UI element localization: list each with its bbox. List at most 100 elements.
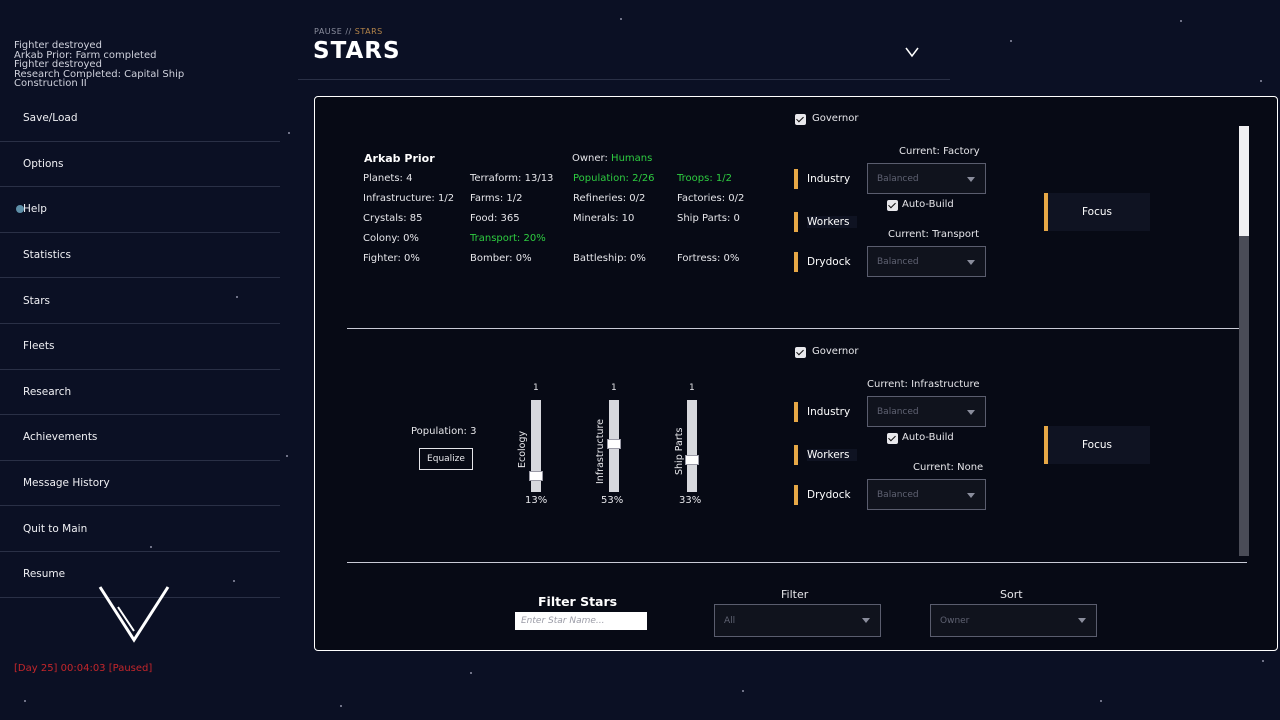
chevron-down-icon[interactable] — [903, 44, 921, 60]
log-entry: Research Completed: Capital Ship Constru… — [14, 68, 185, 89]
sidebar-menu: Save/Load Options Help Statistics Stars … — [0, 96, 280, 598]
slider-max-label: 1 — [533, 383, 539, 393]
game-logo-icon — [98, 586, 170, 643]
auto-build-checkbox[interactable] — [887, 433, 898, 444]
drydock-label: Drydock — [807, 256, 851, 268]
sidebar-item-save-load[interactable]: Save/Load — [0, 96, 280, 142]
drydock-tag[interactable]: Drydock — [794, 252, 851, 272]
ecology-label: Ecology — [517, 430, 528, 468]
section-divider — [347, 562, 1247, 563]
sidebar-item-label: Statistics — [23, 249, 71, 262]
stat-infrastructure: Infrastructure: 1/2 — [363, 193, 455, 204]
focus-label: Focus — [1082, 206, 1112, 218]
sidebar-item-label: Research — [23, 385, 72, 398]
dropdown-arrow-icon — [967, 493, 975, 498]
filter-dropdown[interactable]: All — [714, 604, 881, 637]
stat-transport: Transport: 20% — [470, 233, 546, 244]
dropdown-value: Balanced — [877, 489, 919, 500]
stat-bomber: Bomber: 0% — [470, 253, 532, 264]
accent-bar — [794, 252, 798, 272]
auto-build-label: Auto-Build — [902, 199, 954, 210]
dropdown-value: All — [724, 615, 736, 626]
stat-food: Food: 365 — [470, 213, 520, 224]
stat-troops: Troops: 1/2 — [677, 173, 732, 184]
workers-label: Workers — [807, 449, 858, 461]
accent-bar — [794, 169, 798, 189]
industry-dropdown[interactable]: Balanced — [867, 396, 986, 427]
sidebar-item-options[interactable]: Options — [0, 142, 280, 188]
owner-label: Owner: — [572, 153, 608, 164]
breadcrumb-current: STARS — [351, 27, 383, 36]
stat-terraform: Terraform: 13/13 — [470, 173, 554, 184]
drydock-dropdown[interactable]: Balanced — [867, 479, 986, 510]
governor-checkbox[interactable] — [795, 347, 806, 358]
dropdown-arrow-icon — [967, 260, 975, 265]
drydock-tag[interactable]: Drydock — [794, 485, 851, 505]
slider-max-label: 1 — [689, 383, 695, 393]
stars-panel: Arkab Prior Owner: Humans Planets: 4 Ter… — [314, 96, 1278, 651]
page-title: STARS — [313, 38, 401, 64]
current-production-label: Current: Infrastructure — [867, 379, 980, 390]
industry-tag[interactable]: Industry — [794, 402, 850, 422]
stat-battleship: Battleship: 0% — [573, 253, 646, 264]
sidebar-item-statistics[interactable]: Statistics — [0, 233, 280, 279]
sidebar-item-label: Achievements — [23, 431, 98, 444]
stat-minerals: Minerals: 10 — [573, 213, 635, 224]
accent-bar — [794, 212, 798, 232]
ship-parts-slider-handle[interactable] — [685, 454, 699, 465]
auto-build-checkbox[interactable] — [887, 200, 898, 211]
dropdown-value: Owner — [940, 615, 970, 626]
notification-log: Fighter destroyed Arkab Prior: Farm comp… — [14, 41, 234, 89]
stat-fighter: Fighter: 0% — [363, 253, 420, 264]
accent-bar — [794, 485, 798, 505]
ship-parts-percent: 33% — [679, 495, 702, 506]
dropdown-arrow-icon — [967, 177, 975, 182]
stat-farms: Farms: 1/2 — [470, 193, 523, 204]
industry-dropdown[interactable]: Balanced — [867, 163, 986, 194]
header-divider — [298, 79, 950, 80]
focus-label: Focus — [1082, 439, 1112, 451]
sidebar-item-stars[interactable]: Stars — [0, 278, 280, 324]
sidebar-item-research[interactable]: Research — [0, 370, 280, 416]
sort-dropdown[interactable]: Owner — [930, 604, 1097, 637]
industry-label: Industry — [807, 173, 851, 185]
sidebar-item-help[interactable]: Help — [0, 187, 280, 233]
sidebar-item-achievements[interactable]: Achievements — [0, 415, 280, 461]
focus-button[interactable]: Focus — [1044, 426, 1150, 464]
dropdown-value: Balanced — [877, 256, 919, 267]
industry-tag[interactable]: Industry — [794, 169, 850, 189]
governor-checkbox[interactable] — [795, 114, 806, 125]
infrastructure-slider-handle[interactable] — [607, 438, 621, 449]
ecology-percent: 13% — [525, 495, 548, 506]
filter-stars-title: Filter Stars — [538, 594, 618, 609]
sidebar-item-label: Help — [23, 203, 47, 216]
ecology-slider-handle[interactable] — [529, 471, 543, 482]
stat-crystals: Crystals: 85 — [363, 213, 423, 224]
sidebar-item-label: Fleets — [23, 340, 55, 353]
stat-ship-parts: Ship Parts: 0 — [677, 213, 740, 224]
accent-bar — [794, 445, 798, 465]
breadcrumb-root[interactable]: PAUSE // — [314, 27, 352, 36]
equalize-button[interactable]: Equalize — [419, 448, 473, 470]
population-label: Population: 3 — [411, 426, 477, 437]
workers-tag[interactable]: Workers — [794, 212, 858, 232]
dropdown-arrow-icon — [1078, 618, 1086, 623]
auto-build-label: Auto-Build — [902, 432, 954, 443]
sidebar-item-label: Save/Load — [23, 112, 78, 125]
focus-button[interactable]: Focus — [1044, 193, 1150, 231]
sidebar-item-message-history[interactable]: Message History — [0, 461, 280, 507]
workers-label: Workers — [807, 216, 858, 228]
slider-max-label: 1 — [611, 383, 617, 393]
workers-tag[interactable]: Workers — [794, 445, 858, 465]
sidebar-item-quit-to-main[interactable]: Quit to Main — [0, 506, 280, 552]
drydock-dropdown[interactable]: Balanced — [867, 246, 986, 277]
current-transport-label: Current: Transport — [888, 229, 980, 240]
sidebar-item-fleets[interactable]: Fleets — [0, 324, 280, 370]
drydock-label: Drydock — [807, 489, 851, 501]
accent-bar — [794, 402, 798, 422]
infrastructure-percent: 53% — [601, 495, 624, 506]
ship-parts-slider[interactable] — [687, 400, 697, 492]
star-name-search-input[interactable]: Enter Star Name... — [515, 612, 647, 630]
sidebar-item-label: Stars — [23, 294, 51, 307]
scrollbar-thumb[interactable] — [1239, 126, 1249, 236]
